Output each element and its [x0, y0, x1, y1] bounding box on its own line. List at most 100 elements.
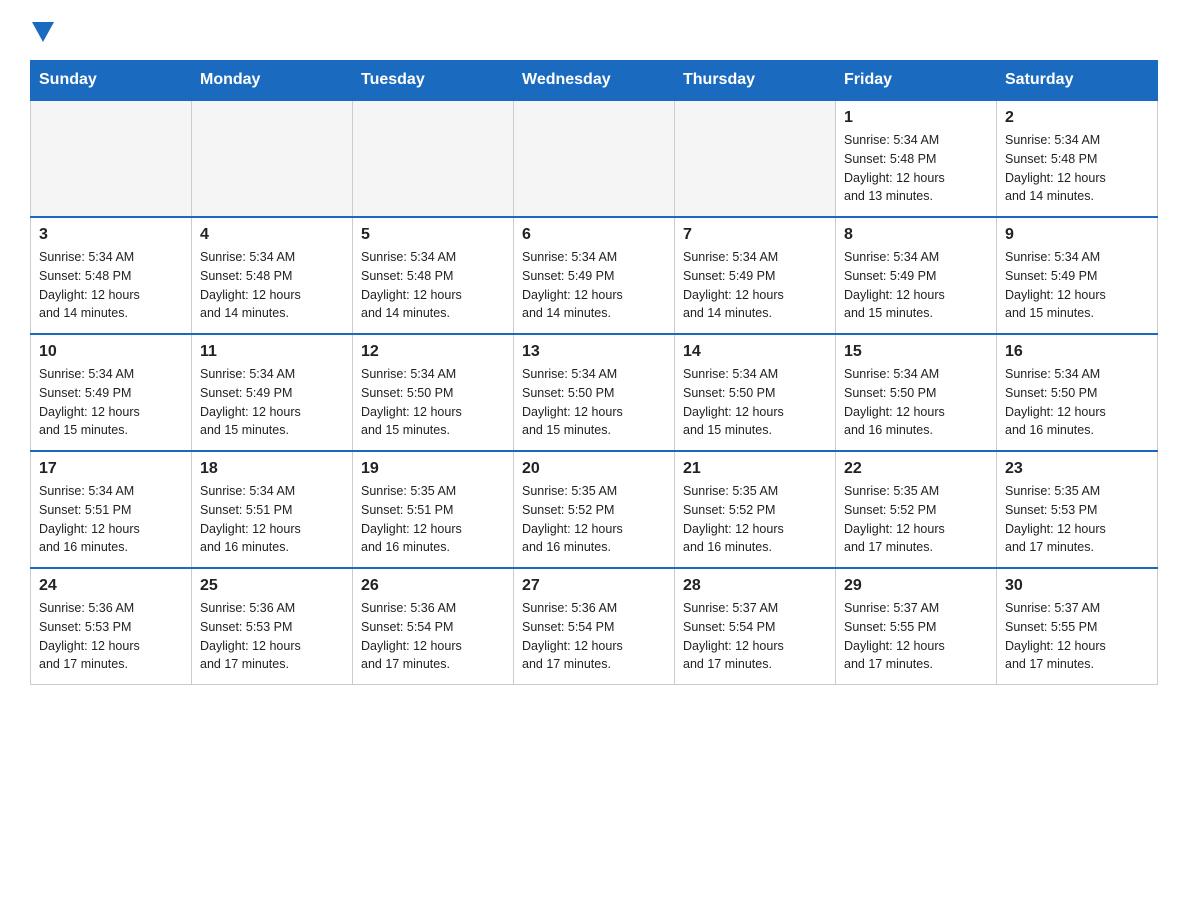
day-number: 7	[683, 226, 827, 244]
day-header-tuesday: Tuesday	[353, 61, 514, 101]
day-info: Sunrise: 5:36 AM Sunset: 5:54 PM Dayligh…	[361, 599, 505, 674]
day-info: Sunrise: 5:35 AM Sunset: 5:52 PM Dayligh…	[522, 482, 666, 557]
day-header-thursday: Thursday	[675, 61, 836, 101]
day-info: Sunrise: 5:35 AM Sunset: 5:53 PM Dayligh…	[1005, 482, 1149, 557]
day-number: 13	[522, 343, 666, 361]
calendar-cell: 23 Sunrise: 5:35 AM Sunset: 5:53 PM Dayli…	[997, 451, 1158, 568]
week-row-2: 3 Sunrise: 5:34 AM Sunset: 5:48 PM Daylig…	[31, 217, 1158, 334]
calendar-cell: 26 Sunrise: 5:36 AM Sunset: 5:54 PM Dayli…	[353, 568, 514, 685]
day-number: 4	[200, 226, 344, 244]
day-info: Sunrise: 5:34 AM Sunset: 5:48 PM Dayligh…	[200, 248, 344, 323]
day-number: 16	[1005, 343, 1149, 361]
calendar-cell: 20 Sunrise: 5:35 AM Sunset: 5:52 PM Dayli…	[514, 451, 675, 568]
calendar-cell: 11Sunrise: 5:34 AM Sunset: 5:49 PM Dayli…	[192, 334, 353, 451]
calendar-cell: 5 Sunrise: 5:34 AM Sunset: 5:48 PM Daylig…	[353, 217, 514, 334]
calendar-cell	[675, 100, 836, 217]
calendar-cell: 14Sunrise: 5:34 AM Sunset: 5:50 PM Dayli…	[675, 334, 836, 451]
day-info: Sunrise: 5:34 AM Sunset: 5:49 PM Dayligh…	[522, 248, 666, 323]
calendar-cell: 10Sunrise: 5:34 AM Sunset: 5:49 PM Dayli…	[31, 334, 192, 451]
week-row-1: 1 Sunrise: 5:34 AM Sunset: 5:48 PM Daylig…	[31, 100, 1158, 217]
day-info: Sunrise: 5:34 AM Sunset: 5:49 PM Dayligh…	[200, 365, 344, 440]
day-info: Sunrise: 5:34 AM Sunset: 5:48 PM Dayligh…	[1005, 131, 1149, 206]
day-number: 18	[200, 460, 344, 478]
calendar-cell: 1 Sunrise: 5:34 AM Sunset: 5:48 PM Daylig…	[836, 100, 997, 217]
day-info: Sunrise: 5:34 AM Sunset: 5:48 PM Dayligh…	[844, 131, 988, 206]
day-number: 2	[1005, 109, 1149, 127]
day-header-monday: Monday	[192, 61, 353, 101]
calendar-cell: 18Sunrise: 5:34 AM Sunset: 5:51 PM Dayli…	[192, 451, 353, 568]
calendar-cell: 4 Sunrise: 5:34 AM Sunset: 5:48 PM Daylig…	[192, 217, 353, 334]
calendar-cell: 3Sunrise: 5:34 AM Sunset: 5:48 PM Daylig…	[31, 217, 192, 334]
week-row-5: 24 Sunrise: 5:36 AM Sunset: 5:53 PM Dayli…	[31, 568, 1158, 685]
calendar-cell: 13 Sunrise: 5:34 AM Sunset: 5:50 PM Dayli…	[514, 334, 675, 451]
day-number: 20	[522, 460, 666, 478]
day-number: 12	[361, 343, 505, 361]
day-info: Sunrise: 5:34 AM Sunset: 5:49 PM Dayligh…	[844, 248, 988, 323]
day-number: 29	[844, 577, 988, 595]
day-number: 6	[522, 226, 666, 244]
day-number: 21	[683, 460, 827, 478]
day-info: Sunrise: 5:37 AM Sunset: 5:54 PM Dayligh…	[683, 599, 827, 674]
calendar-cell: 27 Sunrise: 5:36 AM Sunset: 5:54 PM Dayli…	[514, 568, 675, 685]
calendar-cell: 7 Sunrise: 5:34 AM Sunset: 5:49 PM Daylig…	[675, 217, 836, 334]
day-info: Sunrise: 5:37 AM Sunset: 5:55 PM Dayligh…	[1005, 599, 1149, 674]
calendar-cell: 16Sunrise: 5:34 AM Sunset: 5:50 PM Dayli…	[997, 334, 1158, 451]
calendar-cell: 2 Sunrise: 5:34 AM Sunset: 5:48 PM Daylig…	[997, 100, 1158, 217]
page-header	[30, 20, 1158, 42]
day-number: 22	[844, 460, 988, 478]
calendar-cell	[514, 100, 675, 217]
calendar-cell: 19 Sunrise: 5:35 AM Sunset: 5:51 PM Dayli…	[353, 451, 514, 568]
calendar-cell: 15 Sunrise: 5:34 AM Sunset: 5:50 PM Dayli…	[836, 334, 997, 451]
day-header-friday: Friday	[836, 61, 997, 101]
calendar-cell: 8 Sunrise: 5:34 AM Sunset: 5:49 PM Daylig…	[836, 217, 997, 334]
day-info: Sunrise: 5:34 AM Sunset: 5:48 PM Dayligh…	[361, 248, 505, 323]
calendar-cell	[192, 100, 353, 217]
day-info: Sunrise: 5:36 AM Sunset: 5:53 PM Dayligh…	[39, 599, 183, 674]
day-info: Sunrise: 5:34 AM Sunset: 5:49 PM Dayligh…	[39, 365, 183, 440]
day-number: 3	[39, 226, 183, 244]
day-info: Sunrise: 5:35 AM Sunset: 5:52 PM Dayligh…	[683, 482, 827, 557]
day-info: Sunrise: 5:34 AM Sunset: 5:50 PM Dayligh…	[844, 365, 988, 440]
day-info: Sunrise: 5:36 AM Sunset: 5:53 PM Dayligh…	[200, 599, 344, 674]
calendar-cell: 29Sunrise: 5:37 AM Sunset: 5:55 PM Dayli…	[836, 568, 997, 685]
day-number: 23	[1005, 460, 1149, 478]
day-number: 1	[844, 109, 988, 127]
calendar-cell: 22Sunrise: 5:35 AM Sunset: 5:52 PM Dayli…	[836, 451, 997, 568]
day-number: 9	[1005, 226, 1149, 244]
day-info: Sunrise: 5:34 AM Sunset: 5:51 PM Dayligh…	[39, 482, 183, 557]
logo	[30, 20, 54, 42]
day-info: Sunrise: 5:34 AM Sunset: 5:49 PM Dayligh…	[683, 248, 827, 323]
days-of-week-row: SundayMondayTuesdayWednesdayThursdayFrid…	[31, 61, 1158, 101]
day-info: Sunrise: 5:34 AM Sunset: 5:50 PM Dayligh…	[522, 365, 666, 440]
day-info: Sunrise: 5:36 AM Sunset: 5:54 PM Dayligh…	[522, 599, 666, 674]
calendar-header: SundayMondayTuesdayWednesdayThursdayFrid…	[31, 61, 1158, 101]
week-row-3: 10Sunrise: 5:34 AM Sunset: 5:49 PM Dayli…	[31, 334, 1158, 451]
day-number: 8	[844, 226, 988, 244]
calendar-table: SundayMondayTuesdayWednesdayThursdayFrid…	[30, 60, 1158, 685]
day-info: Sunrise: 5:35 AM Sunset: 5:51 PM Dayligh…	[361, 482, 505, 557]
week-row-4: 17 Sunrise: 5:34 AM Sunset: 5:51 PM Dayli…	[31, 451, 1158, 568]
day-header-wednesday: Wednesday	[514, 61, 675, 101]
day-header-saturday: Saturday	[997, 61, 1158, 101]
calendar-cell: 24 Sunrise: 5:36 AM Sunset: 5:53 PM Dayli…	[31, 568, 192, 685]
day-number: 25	[200, 577, 344, 595]
calendar-cell: 12 Sunrise: 5:34 AM Sunset: 5:50 PM Dayli…	[353, 334, 514, 451]
day-number: 15	[844, 343, 988, 361]
calendar-body: 1 Sunrise: 5:34 AM Sunset: 5:48 PM Daylig…	[31, 100, 1158, 685]
day-number: 30	[1005, 577, 1149, 595]
day-number: 27	[522, 577, 666, 595]
day-info: Sunrise: 5:34 AM Sunset: 5:49 PM Dayligh…	[1005, 248, 1149, 323]
day-number: 5	[361, 226, 505, 244]
calendar-cell: 28 Sunrise: 5:37 AM Sunset: 5:54 PM Dayli…	[675, 568, 836, 685]
day-number: 24	[39, 577, 183, 595]
day-info: Sunrise: 5:34 AM Sunset: 5:50 PM Dayligh…	[361, 365, 505, 440]
day-number: 19	[361, 460, 505, 478]
calendar-cell: 30 Sunrise: 5:37 AM Sunset: 5:55 PM Dayli…	[997, 568, 1158, 685]
day-number: 28	[683, 577, 827, 595]
calendar-cell: 9 Sunrise: 5:34 AM Sunset: 5:49 PM Daylig…	[997, 217, 1158, 334]
calendar-cell: 6 Sunrise: 5:34 AM Sunset: 5:49 PM Daylig…	[514, 217, 675, 334]
day-number: 17	[39, 460, 183, 478]
calendar-cell: 17 Sunrise: 5:34 AM Sunset: 5:51 PM Dayli…	[31, 451, 192, 568]
day-header-sunday: Sunday	[31, 61, 192, 101]
day-number: 26	[361, 577, 505, 595]
